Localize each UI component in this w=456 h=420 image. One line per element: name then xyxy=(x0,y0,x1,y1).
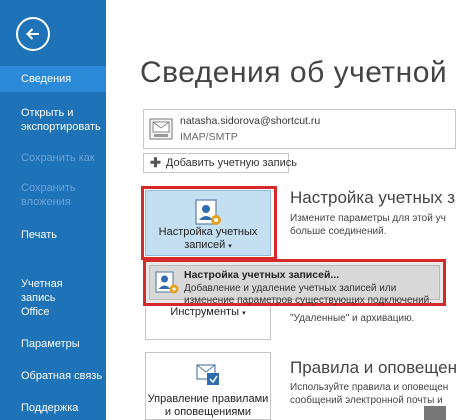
rules-desc: Используйте правила и оповещен сообщений… xyxy=(290,381,448,407)
account-settings-menu-item[interactable]: Настройка учетных записей... Добавление … xyxy=(149,265,440,306)
page-title: Сведения об учетной xyxy=(140,56,448,89)
nav-item-options[interactable]: Параметры xyxy=(0,337,106,351)
tools-tile-label: Инструменты xyxy=(170,306,239,318)
account-selector[interactable]: natasha.sidorova@shortcut.ru IMAP/SMTP xyxy=(143,109,456,149)
nav-item-label: Печать xyxy=(21,229,58,241)
account-settings-icon xyxy=(155,271,179,294)
tools-desc: "Удаленные" и архивацию. xyxy=(290,313,415,324)
back-button[interactable] xyxy=(16,17,50,51)
attachment-icon xyxy=(424,406,446,420)
account-settings-heading: Настройка учетных зап xyxy=(290,188,456,207)
account-email: natasha.sidorova@shortcut.ru xyxy=(180,115,321,127)
desc-line: Добавление и удаление учетных записей ил… xyxy=(184,283,397,294)
nav-item-label: Сведения xyxy=(21,73,72,85)
nav-item-feedback[interactable]: Обратная связь xyxy=(0,369,106,383)
dropdown-item-title: Настройка учетных записей... xyxy=(184,269,340,281)
rules-heading: Правила и оповещени xyxy=(290,358,456,377)
rules-tile-label: Управление правилами xyxy=(147,393,269,405)
dropdown-item-desc: Добавление и удаление учетных записей ил… xyxy=(184,283,432,307)
highlight-frame xyxy=(141,186,277,260)
plus-icon: ✚ xyxy=(150,155,161,170)
rules-alerts-icon xyxy=(196,364,219,385)
back-arrow-icon xyxy=(26,28,39,40)
nav-item-label: Сохранить как xyxy=(21,152,95,164)
nav-item-info[interactable]: Сведения xyxy=(0,66,106,92)
mail-account-icon xyxy=(149,118,173,140)
nav-item-save-attachments: Сохранить вложения xyxy=(0,181,90,209)
nav-item-open-export[interactable]: Открыть и экспортировать xyxy=(0,106,106,134)
nav-item-print[interactable]: Печать xyxy=(0,228,106,242)
rules-alerts-tile[interactable]: Управление правилами и оповещениями xyxy=(145,352,271,420)
add-account-button[interactable]: ✚ Добавить учетную запись xyxy=(143,153,297,173)
rules-tile-label-2: и оповещениями xyxy=(164,406,252,418)
nav-item-label: Обратная связь xyxy=(21,370,103,382)
desc-line: больше соединений. xyxy=(290,226,387,237)
nav-item-label: Открыть и экспортировать xyxy=(21,107,101,133)
desc-line: изменение параметров существующих подклю… xyxy=(184,295,433,306)
nav-item-label: Сохранить вложения xyxy=(21,182,76,208)
nav-item-office-account[interactable]: Учетная запись Office xyxy=(0,277,76,319)
desc-line: Используйте правила и оповещен xyxy=(290,382,449,393)
nav-item-label: Поддержка xyxy=(21,402,79,414)
nav-item-support[interactable]: Поддержка xyxy=(0,401,106,415)
account-settings-dropdown: Настройка учетных записей... Добавление … xyxy=(143,259,446,306)
chevron-down-icon: ▾ xyxy=(242,310,246,317)
nav-item-save-as: Сохранить как xyxy=(0,151,106,165)
nav-item-label: Параметры xyxy=(21,338,80,350)
account-type: IMAP/SMTP xyxy=(180,131,238,143)
nav-item-label: Учетная запись Office xyxy=(21,278,63,318)
account-settings-desc: Измените параметры для этой уч больше со… xyxy=(290,212,446,238)
add-account-label: Добавить учетную запись xyxy=(165,157,297,169)
desc-line: Измените параметры для этой уч xyxy=(290,213,446,224)
backstage-sidebar: Сведения Открыть и экспортировать Сохран… xyxy=(0,0,106,420)
